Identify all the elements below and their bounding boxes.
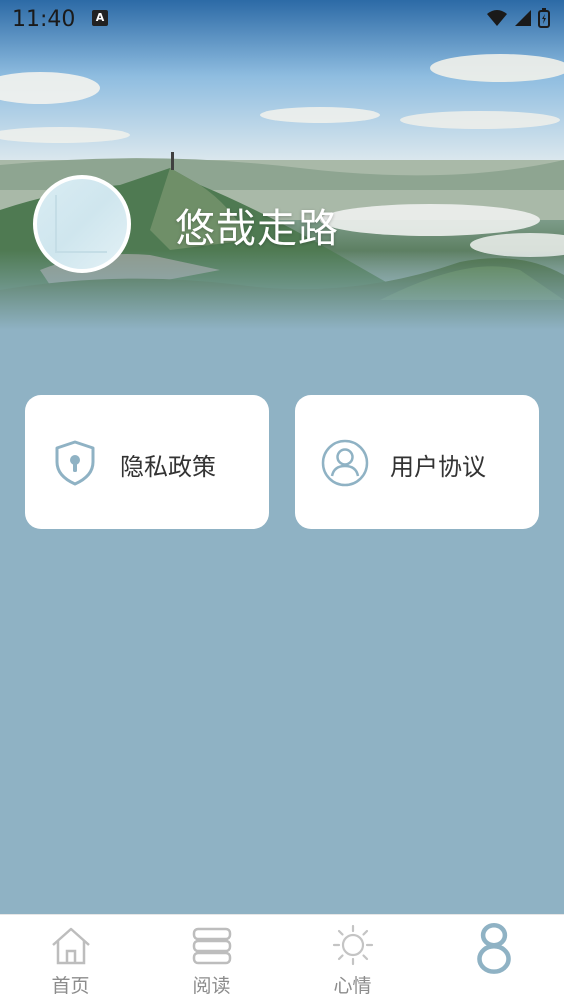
tab-home[interactable]: 首页	[0, 915, 141, 1005]
sun-icon	[332, 924, 373, 966]
privacy-policy-card[interactable]: 隐私政策	[25, 395, 269, 529]
tab-mood[interactable]: 心情	[282, 915, 423, 1005]
notification-icon: A	[92, 10, 108, 26]
home-icon	[51, 927, 90, 965]
landscape-illustration	[0, 0, 564, 330]
tab-mood-label: 心情	[333, 975, 372, 997]
tab-reading-label: 阅读	[192, 975, 231, 997]
user-profile-icon	[321, 439, 369, 487]
header-background	[0, 0, 564, 330]
shield-lock-icon	[55, 440, 95, 486]
avatar[interactable]	[33, 175, 131, 273]
user-agreement-card[interactable]: 用户协议	[295, 395, 539, 529]
privacy-policy-label: 隐私政策	[120, 453, 216, 481]
battery-icon	[538, 8, 550, 28]
book-icon	[192, 927, 231, 965]
tab-profile[interactable]	[423, 915, 564, 1005]
profile-eight-icon	[476, 923, 511, 974]
bottom-tab-bar: 首页 阅读 心情	[0, 914, 564, 1005]
status-icons	[486, 8, 550, 28]
username: 悠哉走路	[175, 206, 339, 252]
tab-reading[interactable]: 阅读	[141, 915, 282, 1005]
tab-home-label: 首页	[51, 975, 90, 997]
avatar-placeholder-graphic	[55, 195, 107, 253]
wifi-icon	[487, 10, 507, 26]
signal-icon	[515, 10, 531, 26]
status-bar: 11:40 A	[0, 0, 564, 40]
status-time: 11:40	[12, 7, 76, 32]
user-agreement-label: 用户协议	[390, 453, 486, 481]
